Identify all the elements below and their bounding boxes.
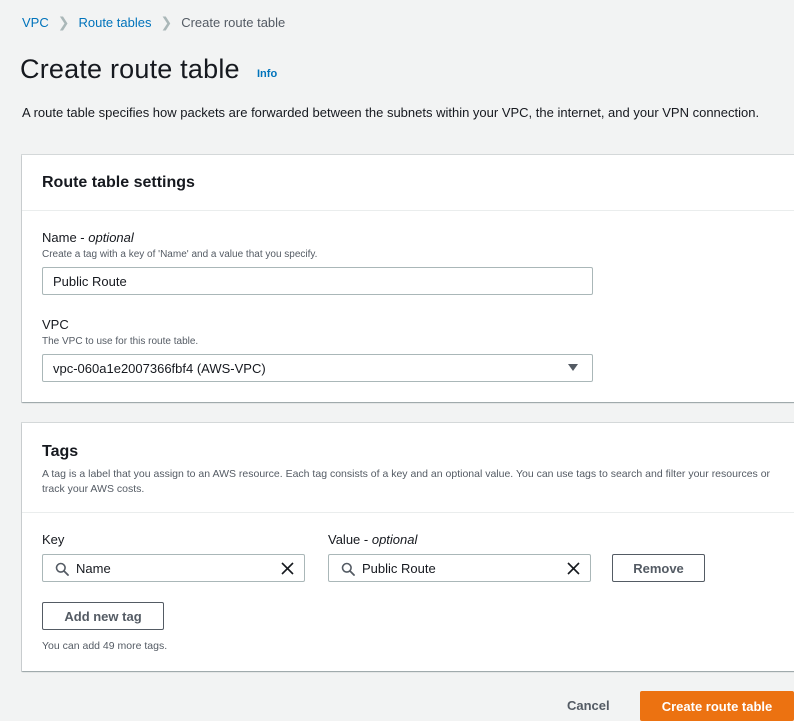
breadcrumb: VPC ❯ Route tables ❯ Create route table: [22, 14, 285, 31]
panel-title: Route table settings: [42, 174, 195, 191]
cancel-button[interactable]: Cancel: [567, 698, 610, 713]
search-icon: [55, 562, 69, 576]
tags-panel: Tags A tag is a label that you assign to…: [22, 423, 794, 671]
create-route-table-button[interactable]: Create route table: [640, 691, 794, 721]
name-input-value: Public Route: [53, 273, 127, 289]
vpc-hint: The VPC to use for this route table.: [42, 336, 199, 347]
vpc-select[interactable]: vpc-060a1e2007366fbf4 (AWS-VPC): [42, 354, 593, 382]
breadcrumb-route-tables[interactable]: Route tables: [78, 15, 151, 30]
remove-tag-button[interactable]: Remove: [612, 554, 705, 582]
breadcrumb-current: Create route table: [181, 15, 286, 30]
key-label: Key: [42, 532, 65, 547]
close-icon[interactable]: [280, 561, 295, 576]
search-icon: [341, 562, 355, 576]
route-table-settings-panel: Route table settings Name - optional Cre…: [22, 155, 794, 402]
breadcrumb-vpc[interactable]: VPC: [22, 15, 49, 30]
name-label: Name - optional: [42, 230, 134, 245]
name-hint: Create a tag with a key of 'Name' and a …: [42, 249, 318, 260]
close-icon[interactable]: [566, 561, 581, 576]
tags-description: A tag is a label that you assign to an A…: [42, 468, 771, 495]
tag-value-input[interactable]: Public Route: [328, 554, 591, 582]
value-label: Value - optional: [328, 532, 418, 547]
page-description: A route table specifies how packets are …: [22, 105, 760, 120]
chevron-right-icon: ❯: [57, 14, 70, 30]
page-title: Create route table: [20, 54, 240, 84]
vpc-select-value: vpc-060a1e2007366fbf4 (AWS-VPC): [53, 360, 266, 376]
tag-key-value: Name: [76, 560, 111, 576]
vpc-label: VPC: [42, 317, 69, 332]
caret-down-icon: [568, 364, 578, 371]
tag-key-input[interactable]: Name: [42, 554, 305, 582]
info-link[interactable]: Info: [257, 68, 277, 80]
chevron-right-icon: ❯: [160, 14, 173, 30]
panel-title: Tags: [42, 443, 79, 460]
add-new-tag-button[interactable]: Add new tag: [42, 602, 164, 630]
name-input[interactable]: Public Route: [42, 267, 593, 295]
tags-limit-text: You can add 49 more tags.: [42, 640, 168, 652]
